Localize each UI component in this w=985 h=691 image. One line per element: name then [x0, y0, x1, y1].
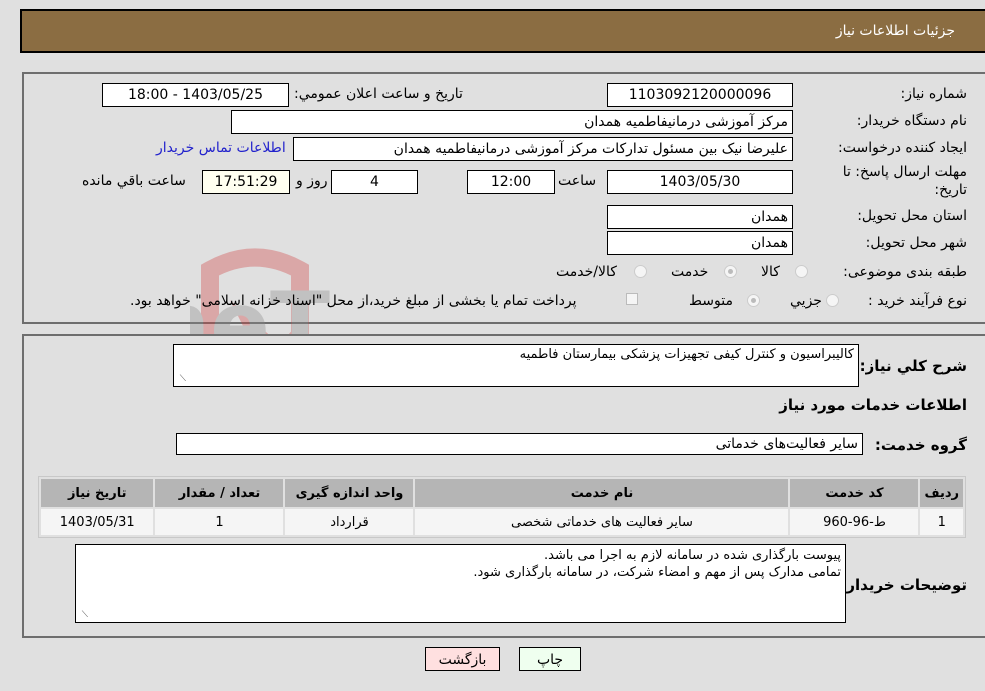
- remaining-time-field: 17:51:29: [202, 170, 290, 194]
- deadline-date-field: 1403/05/30: [607, 170, 793, 194]
- resize-grip-icon[interactable]: ⟋: [176, 374, 186, 384]
- col-quantity: تعداد / مقدار: [155, 479, 284, 507]
- buyer-org-field: مرکز آموزشی درمانیفاطمیه همدان: [231, 110, 793, 134]
- description-textarea[interactable]: کالیبراسیون و کنترل کیفی تجهیزات پزشکی ب…: [173, 344, 859, 387]
- remaining-time-label: ساعت باقي مانده: [82, 173, 186, 189]
- back-button[interactable]: بازگشت: [425, 647, 500, 671]
- category-goods-service-label: کالا/خدمت: [556, 264, 617, 280]
- category-goods-service-radio[interactable]: [634, 265, 647, 278]
- col-need-date: تاريخ نياز: [41, 479, 154, 507]
- purchase-type-medium-radio[interactable]: [747, 294, 760, 307]
- province-field: همدان: [607, 205, 793, 229]
- treasury-bonds-checkbox[interactable]: [626, 293, 638, 305]
- buyer-contact-link[interactable]: اطلاعات تماس خريدار: [156, 140, 286, 156]
- table-header-row: رديف کد خدمت نام خدمت واحد اندازه گيری ت…: [41, 479, 963, 507]
- buyer-notes-label: توضيحات خريدار:: [840, 576, 967, 594]
- cell-service-code: ط-96-960: [790, 509, 919, 535]
- remaining-days-field: 4: [331, 170, 418, 194]
- need-number-field: 1103092120000096: [607, 83, 793, 107]
- resize-grip-icon[interactable]: ⟋: [78, 610, 88, 620]
- page-title: جزئیات اطلاعات نیاز: [835, 23, 955, 39]
- announce-datetime-label: تاريخ و ساعت اعلان عمومي:: [294, 86, 463, 102]
- deadline-time-field: 12:00: [467, 170, 555, 194]
- cell-quantity: 1: [155, 509, 284, 535]
- category-label: طبقه بندی موضوعی:: [843, 264, 967, 280]
- description-label: شرح کلي نياز:: [859, 357, 967, 375]
- col-row-number: رديف: [920, 479, 963, 507]
- need-number-label: شماره نیاز:: [900, 86, 968, 102]
- cell-need-date: 1403/05/31: [41, 509, 154, 535]
- days-label: روز و: [296, 173, 328, 189]
- announce-datetime-field: 1403/05/25 - 18:00: [102, 83, 289, 107]
- category-service-label: خدمت: [671, 264, 709, 280]
- requester-field: علیرضا نیک بین مسئول تدارکات مرکز آموزشی…: [293, 137, 793, 161]
- col-service-name: نام خدمت: [415, 479, 789, 507]
- buyer-notes-textarea[interactable]: پیوست بارگذاری شده در سامانه لازم به اجر…: [75, 544, 846, 623]
- services-heading: اطلاعات خدمات مورد نياز: [779, 396, 967, 414]
- cell-service-name: سایر فعالیت های خدماتی شخصی: [415, 509, 789, 535]
- city-label: شهر محل تحويل:: [865, 235, 967, 251]
- col-unit: واحد اندازه گيری: [285, 479, 414, 507]
- deadline-time-label: ساعت: [558, 173, 597, 189]
- province-label: استان محل تحويل:: [857, 208, 967, 224]
- purchase-type-label: نوع فرآيند خريد :: [868, 293, 967, 309]
- col-service-code: کد خدمت: [790, 479, 919, 507]
- cell-row-number: 1: [920, 509, 963, 535]
- purchase-type-medium-label: متوسط: [689, 293, 733, 309]
- city-field: همدان: [607, 231, 793, 255]
- page-header: جزئیات اطلاعات نیاز: [20, 9, 985, 53]
- category-goods-label: کالا: [761, 264, 780, 280]
- category-service-radio[interactable]: [724, 265, 737, 278]
- purchase-type-minor-label: جزيي: [790, 293, 822, 309]
- category-goods-radio[interactable]: [795, 265, 808, 278]
- buyer-org-label: نام دستگاه خريدار:: [856, 113, 967, 129]
- table-row: 1 ط-96-960 سایر فعالیت های خدماتی شخصی ق…: [41, 509, 963, 535]
- treasury-bonds-label: پرداخت تمام يا بخشی از مبلغ خريد،از محل …: [130, 293, 577, 309]
- service-group-field: سایر فعالیت‌های خدماتی: [176, 433, 863, 455]
- purchase-type-minor-radio[interactable]: [826, 294, 839, 307]
- requester-label: ايجاد کننده درخواست:: [838, 140, 967, 156]
- print-button[interactable]: چاپ: [519, 647, 581, 671]
- services-table: رديف کد خدمت نام خدمت واحد اندازه گيری ت…: [38, 476, 966, 538]
- cell-unit: قرارداد: [285, 509, 414, 535]
- service-group-label: گروه خدمت:: [874, 436, 967, 454]
- deadline-label: مهلت ارسال پاسخ: تا تاریخ:: [842, 164, 967, 198]
